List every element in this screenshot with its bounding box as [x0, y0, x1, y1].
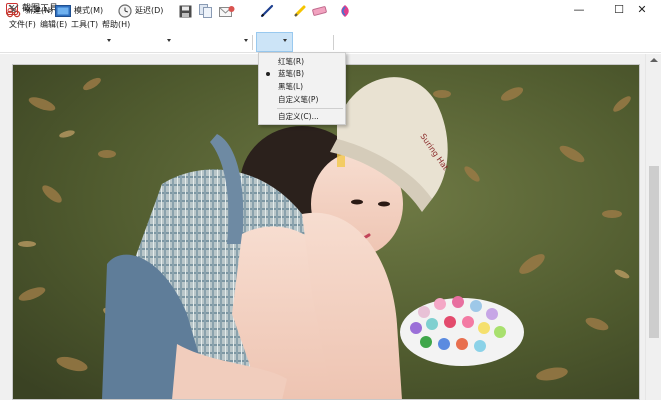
mode-button[interactable]: 模式(M) [55, 2, 103, 20]
menu-item-black-pen[interactable]: 黑笔(L) [259, 81, 345, 93]
pen-dropdown-menu: 红笔(R) 蓝笔(B) 黑笔(L) 自定义笔(P) 自定义(C)... [258, 52, 346, 125]
menu-item-customize[interactable]: 自定义(C)... [259, 111, 345, 123]
minimize-icon: — [573, 2, 585, 16]
delay-button[interactable]: 延迟(D) [118, 2, 163, 20]
pen-button[interactable] [260, 2, 274, 20]
mode-label: 模式(M) [74, 6, 104, 15]
close-icon: ✕ [637, 2, 647, 16]
scroll-up-arrow-icon[interactable] [650, 58, 658, 62]
delay-label: 延迟(D) [135, 6, 164, 15]
toolbar [0, 31, 661, 53]
copy-icon [199, 4, 212, 18]
send-email-icon [219, 5, 235, 17]
menu-tools[interactable]: 工具(T) [71, 19, 98, 30]
mode-dropdown-arrow[interactable] [107, 39, 111, 42]
pen-dropdown-arrow[interactable] [283, 39, 287, 42]
pen-button-highlight [256, 32, 293, 52]
toolbar-separator-2 [333, 35, 334, 50]
pen-icon [260, 4, 274, 18]
clock-icon [118, 4, 132, 18]
highlighter-icon [294, 5, 306, 17]
menu-edit[interactable]: 编辑(E) [40, 19, 67, 30]
menu-file[interactable]: 文件(F) [9, 19, 36, 30]
monitor-icon [55, 5, 71, 17]
black-pen-label: 黑笔(L) [278, 82, 304, 91]
close-button[interactable]: ✕ [623, 0, 661, 18]
eraser-icon [312, 6, 327, 16]
paint-3d-icon [341, 5, 349, 17]
send-snip-button[interactable] [219, 2, 235, 20]
send-dropdown-arrow[interactable] [244, 39, 248, 42]
new-snip-button[interactable]: 新建(N) [6, 2, 53, 20]
menu-separator [277, 108, 343, 109]
vertical-scrollbar[interactable] [645, 54, 661, 400]
scroll-thumb[interactable] [649, 166, 659, 338]
custom-pen-label: 自定义笔(P) [278, 95, 319, 104]
customize-label: 自定义(C)... [278, 112, 319, 121]
save-button[interactable] [179, 2, 192, 20]
selected-dot-icon [266, 72, 270, 76]
menu-item-red-pen[interactable]: 红笔(R) [259, 56, 345, 68]
red-pen-label: 红笔(R) [278, 57, 305, 66]
highlighter-button[interactable] [293, 2, 307, 20]
toolbar-separator [252, 35, 253, 50]
menu-item-custom-pen[interactable]: 自定义笔(P) [259, 94, 345, 106]
scissors-icon [6, 4, 21, 18]
save-icon [179, 5, 192, 17]
minimize-button[interactable]: — [559, 0, 599, 18]
delay-dropdown-arrow[interactable] [167, 39, 171, 42]
menu-help[interactable]: 帮助(H) [102, 19, 130, 30]
copy-button[interactable] [199, 2, 212, 20]
eraser-button[interactable] [312, 2, 327, 20]
blue-pen-label: 蓝笔(B) [278, 69, 304, 78]
menu-item-blue-pen[interactable]: 蓝笔(B) [259, 68, 345, 80]
new-snip-label: 新建(N) [25, 6, 54, 15]
paint3d-button[interactable] [339, 2, 351, 20]
